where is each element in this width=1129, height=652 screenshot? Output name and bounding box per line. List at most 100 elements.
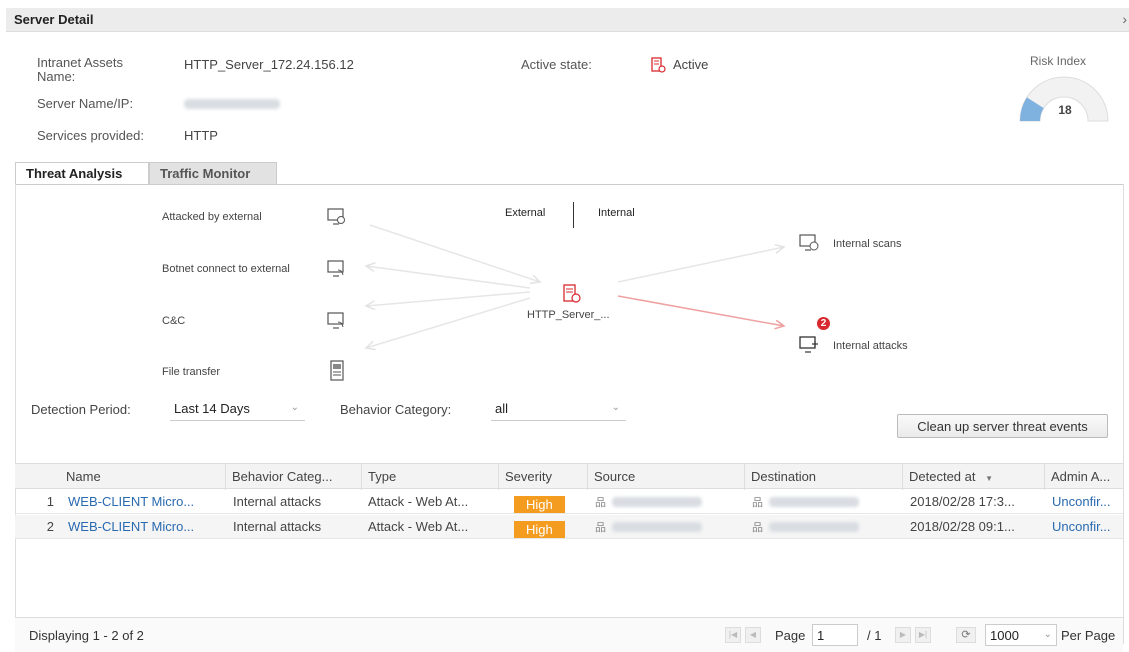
risk-index-value: 18 xyxy=(1058,103,1072,117)
network-icon: 品 xyxy=(595,497,606,509)
intranet-assets-value: HTTP_Server_172.24.156.12 xyxy=(184,57,354,72)
external-label: External xyxy=(505,207,546,219)
column-header-admin[interactable]: Admin A... xyxy=(1044,464,1123,490)
internal-scans-label: Internal scans xyxy=(833,238,902,250)
attacked-by-external-label: Attacked by external xyxy=(162,211,262,223)
cc-label: C&C xyxy=(162,315,186,327)
column-header-type[interactable]: Type xyxy=(361,464,498,490)
risk-gauge xyxy=(1019,76,1109,122)
destination-ip-redacted xyxy=(769,497,859,507)
table-row[interactable]: 1 WEB-CLIENT Micro... Internal attacks A… xyxy=(15,490,1123,514)
severity-cell: High xyxy=(508,490,587,514)
column-header-destination[interactable]: Destination xyxy=(744,464,902,490)
per-page-value: 1000 xyxy=(990,628,1019,643)
detection-period-value: Last 14 Days xyxy=(174,401,250,416)
source-ip-redacted xyxy=(612,497,702,507)
panel-border xyxy=(15,184,16,644)
monitor-attack-icon[interactable] xyxy=(326,206,348,228)
events-table-header: Name Behavior Categ... Type Severity Sou… xyxy=(15,463,1123,490)
file-icon[interactable] xyxy=(326,360,348,382)
tab-threat-analysis[interactable]: Threat Analysis xyxy=(15,162,149,185)
tab-divider xyxy=(15,184,1124,185)
event-name-link[interactable]: WEB-CLIENT Micro... xyxy=(62,490,225,514)
services-value: HTTP xyxy=(184,128,218,143)
window-title: Server Detail xyxy=(14,12,94,27)
per-page-select[interactable]: 1000 ⌄ xyxy=(985,624,1057,646)
event-name-link[interactable]: WEB-CLIENT Micro... xyxy=(62,515,225,539)
column-header-severity[interactable]: Severity xyxy=(498,464,587,490)
chevron-down-icon: ⌄ xyxy=(290,402,299,413)
column-header-name[interactable]: Name xyxy=(60,464,225,490)
server-ip-redacted xyxy=(184,99,280,109)
severity-cell: High xyxy=(508,515,587,539)
refresh-icon[interactable]: ⟳ xyxy=(956,627,976,643)
detection-period-select[interactable]: Last 14 Days ⌄ xyxy=(170,397,305,421)
server-name-label: Server Name/IP: xyxy=(37,96,134,111)
page-number-input[interactable]: 1 xyxy=(812,624,858,646)
source-cell: 品 xyxy=(589,490,744,514)
botnet-label: Botnet connect to external xyxy=(162,263,290,275)
chevron-down-icon: ⌄ xyxy=(1043,629,1052,640)
risk-index-label: Risk Index xyxy=(1030,54,1087,68)
event-category: Internal attacks xyxy=(233,519,322,534)
close-icon[interactable]: › xyxy=(1122,11,1127,27)
per-page-label: Per Page xyxy=(1061,628,1116,643)
intranet-assets-label: Intranet Assets Name: xyxy=(37,55,123,84)
table-row[interactable]: 2 WEB-CLIENT Micro... Internal attacks A… xyxy=(15,515,1123,539)
page-total: / 1 xyxy=(867,628,882,643)
behavior-category-value: all xyxy=(495,401,509,416)
page-label: Page xyxy=(775,628,806,643)
monitor-attack-icon[interactable] xyxy=(798,334,820,356)
window-titlebar: Server Detail › xyxy=(6,8,1129,32)
server-alert-icon[interactable] xyxy=(561,283,583,305)
active-state-value: Active xyxy=(673,57,709,72)
internal-attacks-label: Internal attacks xyxy=(833,340,908,352)
monitor-botnet-icon[interactable] xyxy=(326,258,348,280)
chevron-down-icon: ⌄ xyxy=(611,402,620,413)
center-server-label: HTTP_Server_... xyxy=(527,309,610,321)
detected-at-cell: 2018/02/28 09:1... xyxy=(910,519,1015,534)
event-type: Attack - Web At... xyxy=(368,494,469,509)
monitor-cc-icon[interactable] xyxy=(326,310,348,332)
network-icon: 品 xyxy=(752,497,763,509)
active-state-label: Active state: xyxy=(521,57,592,72)
detected-at-cell: 2018/02/28 17:3... xyxy=(910,494,1015,509)
source-ip-redacted xyxy=(612,522,702,532)
sort-desc-icon: ▼ xyxy=(985,474,994,483)
behavior-category-label: Behavior Category: xyxy=(340,402,452,417)
internal-label: Internal xyxy=(598,207,635,219)
column-header-category[interactable]: Behavior Categ... xyxy=(225,464,361,490)
services-label: Services provided: xyxy=(37,128,144,143)
destination-cell: 品 xyxy=(746,515,902,539)
next-page-icon[interactable]: ▶ xyxy=(895,627,911,643)
source-cell: 品 xyxy=(589,515,744,539)
column-header-detected-at[interactable]: Detected at ▼ xyxy=(902,464,1044,490)
active-server-icon xyxy=(651,57,666,73)
event-type: Attack - Web At... xyxy=(368,519,469,534)
internal-attacks-count-badge: 2 xyxy=(817,317,830,330)
external-internal-divider xyxy=(573,202,574,228)
row-number: 2 xyxy=(46,519,54,534)
behavior-category-select[interactable]: all ⌄ xyxy=(491,397,626,421)
first-page-icon[interactable]: |◀ xyxy=(725,627,741,643)
displaying-count: Displaying 1 - 2 of 2 xyxy=(29,628,144,643)
severity-badge: High xyxy=(514,521,565,538)
detection-period-label: Detection Period: xyxy=(31,402,131,417)
monitor-scan-icon[interactable] xyxy=(798,232,820,254)
pager-toolbar: Displaying 1 - 2 of 2 |◀ ◀ Page 1 / 1 ▶ … xyxy=(15,617,1123,652)
destination-cell: 品 xyxy=(746,490,902,514)
file-transfer-label: File transfer xyxy=(162,366,221,378)
cleanup-threat-events-button[interactable]: Clean up server threat events xyxy=(897,414,1108,438)
prev-page-icon[interactable]: ◀ xyxy=(745,627,761,643)
detected-at-label: Detected at xyxy=(909,469,976,484)
row-number: 1 xyxy=(46,494,54,509)
severity-badge: High xyxy=(514,496,565,513)
column-header-source[interactable]: Source xyxy=(587,464,744,490)
network-icon: 品 xyxy=(595,522,606,534)
tab-traffic-monitor[interactable]: Traffic Monitor xyxy=(149,162,277,185)
panel-border xyxy=(1123,184,1124,644)
admin-action-link[interactable]: Unconfir... xyxy=(1046,515,1123,539)
destination-ip-redacted xyxy=(769,522,859,532)
admin-action-link[interactable]: Unconfir... xyxy=(1046,490,1123,514)
last-page-icon[interactable]: ▶| xyxy=(915,627,931,643)
